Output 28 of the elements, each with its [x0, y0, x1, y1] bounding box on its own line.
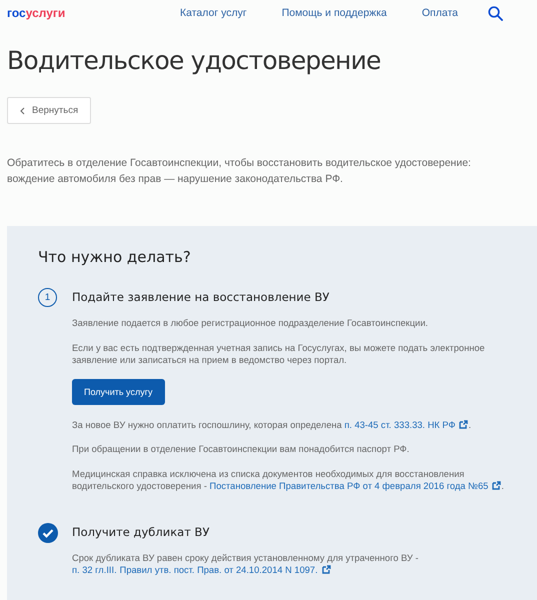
step-text: Срок дубликата ВУ равен сроку действия установленному для утраченного ВУ - п. 32 гл.III. Правил утв. пост. Прав. от 24.10.2014 N 1097. — [72, 552, 420, 576]
external-link-icon[interactable] — [322, 565, 331, 574]
nav-link[interactable]: Оплата — [422, 7, 458, 19]
step-number: 1 — [38, 288, 57, 307]
external-link-icon[interactable] — [492, 481, 502, 490]
page-title: Водительское удостоверение — [7, 46, 382, 75]
step-text: При обращении в отделение Госавтоинспекции вам понадобится паспорт РФ. — [72, 443, 410, 456]
document-link[interactable]: Постановление Правительства РФ от 4 февраля 2016 года №65 — [210, 481, 488, 491]
get-service-button[interactable]: Получить услугу — [72, 378, 164, 404]
step-text: Если у вас есть подтвержденная учетная запись на Госуслугах, вы можете подать электронное заявление или записаться на прием в ведомство через портал. — [72, 342, 486, 366]
logo[interactable]: госуслуги — [7, 6, 66, 20]
chevron-left-icon — [20, 106, 25, 114]
document-link[interactable]: Правил утв. пост. Прав. от 24.10.2014 N 1097. — [120, 565, 318, 575]
search-icon[interactable] — [488, 6, 503, 20]
step-text: Заявление подается в любое регистрационное подразделение Госавтоинспекции. — [72, 317, 430, 330]
step-text: За новое ВУ нужно оплатить госпошлину, которая определена п. 43-45 ст. 333.33. НК РФ . — [72, 418, 472, 431]
external-link-icon[interactable] — [459, 420, 468, 428]
step-title: Получите дубликат ВУ — [72, 524, 210, 538]
document-link[interactable]: п. 32 гл.III. — [72, 565, 117, 575]
panel-title: Что нужно делать? — [38, 248, 192, 266]
check-icon — [38, 522, 58, 542]
nav-link[interactable]: Помощь и поддержка — [282, 7, 387, 19]
step-text: Медицинская справка исключена из списка документов необходимых для восстановления водительского удостоверения - Постановление Правительства РФ от 4 февраля 2016 года №65 . — [72, 468, 505, 492]
step-title: Подайте заявление на восстановление ВУ — [72, 290, 330, 304]
intro-text: Обратитесь в отделение Госавтоинспекции, чтобы восстановить водительское удостоверение: вождение автомобиля без прав — нарушение законодательства РФ. — [7, 156, 472, 187]
back-button[interactable]: Вернуться — [7, 97, 92, 124]
document-link[interactable]: п. 43-45 ст. 333.33. НК РФ — [344, 420, 456, 430]
nav-link[interactable]: Каталог услуг — [180, 7, 247, 19]
